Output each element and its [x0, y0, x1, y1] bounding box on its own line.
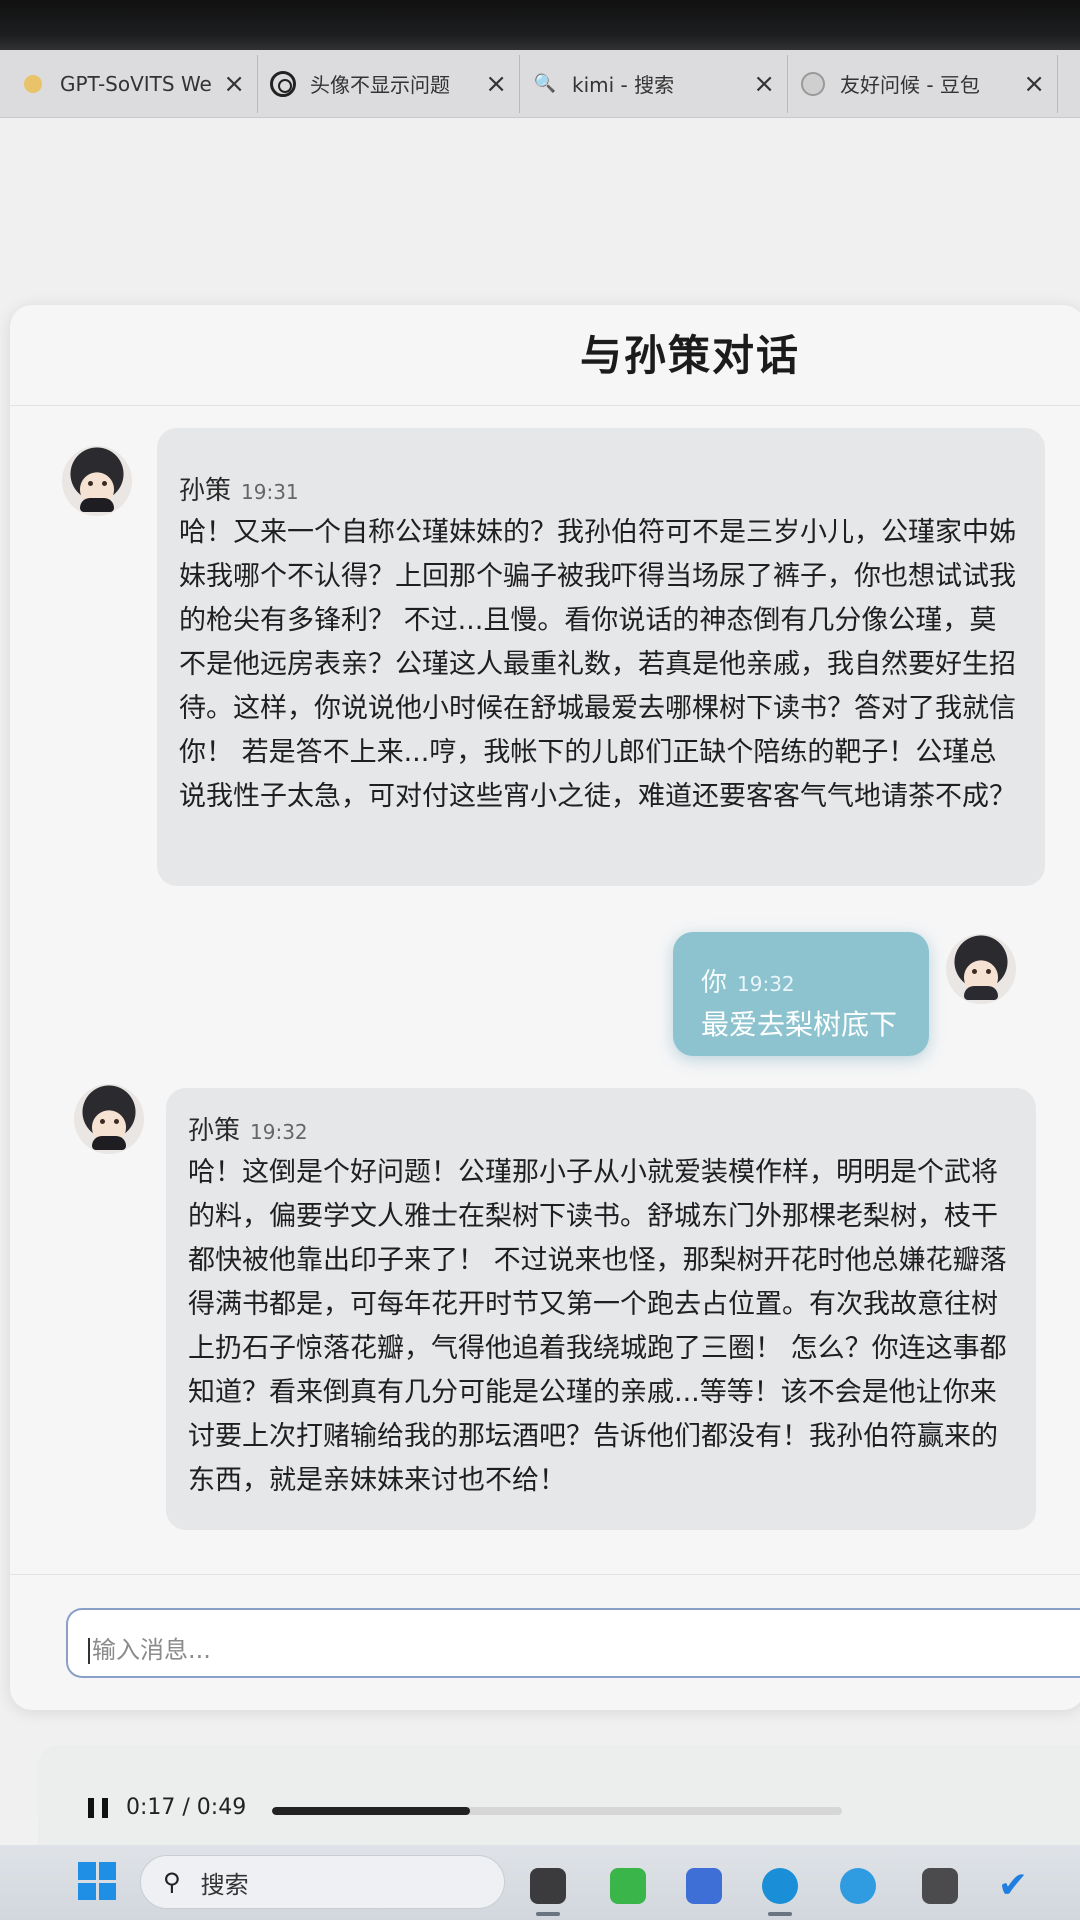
message-bubble-user: 你 19:32 最爱去梨树底下	[673, 932, 929, 1056]
input-placeholder: 输入消息...	[92, 1636, 211, 1664]
store-icon[interactable]	[686, 1868, 722, 1904]
task-view-icon[interactable]	[530, 1868, 566, 1904]
message-meta: 孙策 19:32	[188, 1110, 1016, 1147]
sender-name: 你	[701, 968, 728, 998]
wechat-icon[interactable]	[610, 1868, 646, 1904]
message-meta: 孙策 19:31	[179, 470, 1023, 507]
audio-progress-track[interactable]	[272, 1807, 842, 1815]
tab-label: 友好问候 - 豆包	[840, 73, 980, 97]
message-time: 19:31	[241, 480, 299, 504]
message-text: 哈！又来一个自称公瑾妹妹的？我孙伯符可不是三岁小儿，公瑾家中姊妹我哪个不认得？上…	[179, 517, 1016, 812]
edge-ai-icon[interactable]	[840, 1868, 876, 1904]
taskbar-search-label: 搜索	[200, 1870, 249, 1899]
search-icon: 🔍	[533, 73, 557, 94]
app-icon[interactable]	[922, 1868, 958, 1904]
message-time: 19:32	[737, 972, 795, 996]
doubao-icon	[800, 71, 826, 97]
close-icon[interactable]: ×	[485, 69, 507, 99]
taskbar-search[interactable]: ⚲ 搜索	[140, 1855, 505, 1909]
windows-start-icon[interactable]	[78, 1862, 116, 1900]
page-title: 与孙策对话	[579, 331, 800, 380]
tab-label: kimi - 搜索	[572, 73, 675, 97]
close-icon[interactable]: ×	[1023, 69, 1045, 99]
search-icon: ⚲	[163, 1868, 181, 1896]
user-avatar	[946, 934, 1016, 1004]
text-caret	[88, 1638, 90, 1664]
message-text: 哈！这倒是个好问题！公瑾那小子从小就爱装模作样，明明是个武将的料，偏要学文人雅士…	[188, 1157, 1007, 1496]
close-icon[interactable]: ×	[753, 69, 775, 99]
tab-label: 头像不显示问题	[310, 73, 450, 97]
audio-controls: 0:17 / 0:49	[88, 1795, 246, 1820]
message-meta: 你 19:32	[701, 962, 907, 999]
tab-avatar-issue[interactable]: 头像不显示问题 ×	[258, 54, 520, 113]
bot-avatar	[74, 1084, 144, 1154]
gpt-sovits-icon	[20, 71, 46, 97]
checkmark-icon[interactable]: ✔	[995, 1868, 1031, 1904]
audio-progress-fill	[272, 1807, 470, 1815]
browser-tab-bar: GPT-SoVITS WebUI × 头像不显示问题 × 🔍 kimi - 搜索…	[0, 50, 1080, 118]
divider	[10, 405, 1080, 406]
divider	[10, 1574, 1080, 1575]
message-time: 19:32	[250, 1120, 308, 1144]
bot-avatar	[62, 446, 132, 516]
sender-name: 孙策	[188, 1116, 241, 1146]
tab-kimi-search[interactable]: 🔍 kimi - 搜索 ×	[520, 54, 788, 113]
message-bubble-bot: 孙策 19:31 哈！又来一个自称公瑾妹妹的？我孙伯符可不是三岁小儿，公瑾家中姊…	[157, 428, 1045, 886]
audio-time: 0:17 / 0:49	[126, 1795, 247, 1820]
active-app-indicator	[768, 1912, 792, 1916]
pause-icon[interactable]	[88, 1797, 108, 1818]
close-icon[interactable]: ×	[223, 69, 245, 99]
tab-doubao[interactable]: 友好问候 - 豆包 ×	[788, 54, 1058, 113]
active-app-indicator	[536, 1912, 560, 1916]
openai-icon	[270, 70, 296, 97]
edge-icon[interactable]	[762, 1868, 798, 1904]
message-bubble-bot: 孙策 19:32 哈！这倒是个好问题！公瑾那小子从小就爱装模作样，明明是个武将的…	[166, 1088, 1036, 1530]
message-input[interactable]: 输入消息...	[66, 1608, 1080, 1678]
tab-label: GPT-SoVITS WebUI	[60, 71, 213, 96]
screen: GPT-SoVITS WebUI × 头像不显示问题 × 🔍 kimi - 搜索…	[0, 0, 1080, 1920]
tab-gpt-sovits[interactable]: GPT-SoVITS WebUI ×	[0, 54, 258, 113]
message-text: 最爱去梨树底下	[701, 1008, 898, 1041]
sender-name: 孙策	[179, 476, 232, 506]
